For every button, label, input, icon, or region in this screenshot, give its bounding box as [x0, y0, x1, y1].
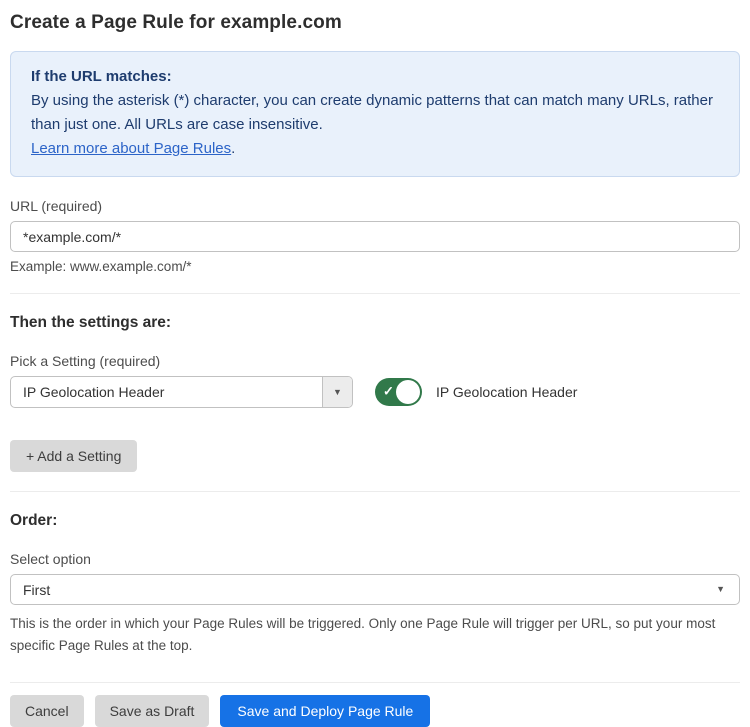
toggle-knob: [396, 380, 420, 404]
cancel-button[interactable]: Cancel: [10, 695, 84, 727]
dropdown-arrow-icon: ▼: [716, 585, 739, 594]
order-section-heading: Order:: [10, 512, 740, 530]
url-match-info-box: If the URL matches: By using the asteris…: [10, 51, 740, 177]
create-page-rule-form: Create a Page Rule for example.com If th…: [0, 0, 750, 727]
learn-more-link[interactable]: Learn more about Page Rules: [31, 140, 231, 157]
setting-row: IP Geolocation Header ▼ ✓ IP Geolocation…: [10, 376, 740, 408]
info-box-link-line: Learn more about Page Rules.: [31, 137, 719, 161]
setting-picker-arrow-button[interactable]: ▼: [322, 377, 352, 407]
save-deploy-button[interactable]: Save and Deploy Page Rule: [220, 695, 430, 727]
url-field-label: URL (required): [10, 198, 740, 214]
divider: [10, 491, 740, 492]
link-suffix: .: [231, 140, 235, 157]
divider: [10, 293, 740, 294]
setting-picker-value: IP Geolocation Header: [11, 377, 322, 407]
footer-actions: Cancel Save as Draft Save and Deploy Pag…: [10, 695, 740, 727]
checkmark-icon: ✓: [383, 384, 394, 400]
toggle-label: IP Geolocation Header: [436, 384, 577, 400]
url-input[interactable]: [10, 221, 740, 252]
ip-geolocation-toggle[interactable]: ✓: [375, 378, 422, 406]
order-select-value: First: [11, 582, 716, 598]
select-option-label: Select option: [10, 551, 740, 567]
info-box-body: By using the asterisk (*) character, you…: [31, 89, 719, 137]
divider: [10, 682, 740, 683]
order-help-text: This is the order in which your Page Rul…: [10, 613, 736, 657]
save-draft-button[interactable]: Save as Draft: [95, 695, 210, 727]
info-box-heading: If the URL matches:: [31, 65, 719, 89]
settings-section-heading: Then the settings are:: [10, 314, 740, 332]
order-select[interactable]: First ▼: [10, 574, 740, 605]
pick-setting-label: Pick a Setting (required): [10, 353, 740, 369]
add-setting-button[interactable]: + Add a Setting: [10, 440, 137, 472]
page-title: Create a Page Rule for example.com: [10, 12, 740, 34]
setting-picker-dropdown[interactable]: IP Geolocation Header ▼: [10, 376, 353, 408]
url-field-hint: Example: www.example.com/*: [10, 259, 740, 274]
dropdown-arrow-icon: ▼: [333, 388, 342, 397]
